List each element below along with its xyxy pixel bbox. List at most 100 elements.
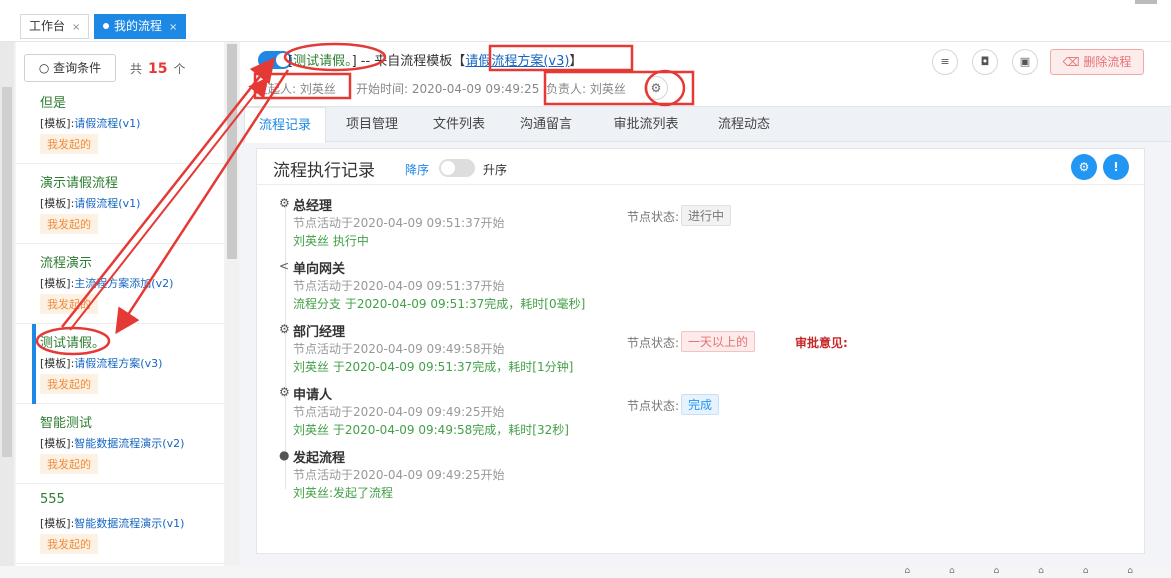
settings-gear-icon[interactable]: ⚙	[1071, 154, 1097, 180]
tpl-prefix: [模板]:	[40, 197, 75, 210]
title-close: 】	[569, 54, 583, 69]
initiator-value: 刘英丝	[299, 82, 336, 96]
trash-icon: ⌫	[1062, 55, 1080, 69]
list-item[interactable]: 智能测试 [模板]:智能数据流程演示(v2) 我发起的	[16, 404, 224, 484]
tpl-prefix: [模板]:	[40, 277, 75, 290]
tpl-prefix: [模板]:	[40, 517, 75, 530]
footer-bar: ⌂ ⌂ ⌂ ⌂ ⌂ ⌂	[0, 566, 1171, 578]
node-result: 刘英丝:发起了流程	[293, 486, 394, 500]
status-label: 节点状态:	[627, 399, 680, 413]
tpl-prefix: [模板]:	[40, 437, 75, 450]
info-icon[interactable]: !	[1103, 154, 1129, 180]
start-time: 开始时间: 2020-04-09 09:49:25	[356, 80, 539, 97]
item-badge: 我发起的	[40, 534, 98, 554]
node-name: 单向网关	[293, 262, 346, 277]
query-button[interactable]: ○ 查询条件	[24, 54, 116, 82]
initiator-label: 发起人:	[256, 82, 297, 96]
owner-label: 负责人:	[546, 82, 587, 96]
tab-file-list[interactable]: 文件列表	[418, 107, 500, 143]
tab-approval-list[interactable]: 审批流列表	[596, 107, 696, 143]
lock-icon[interactable]: ◘	[972, 49, 998, 75]
query-label: 查询条件	[53, 61, 102, 75]
list-item[interactable]: 555 [模板]:智能数据流程演示(v1) 我发起的	[16, 484, 224, 564]
tab-my-process[interactable]: 我的流程 ×	[94, 14, 187, 39]
item-badge: 我发起的	[40, 454, 98, 474]
item-name: 555	[40, 492, 65, 507]
count-suffix: 个	[173, 62, 186, 76]
item-template: [模板]:请假流程(v1)	[40, 195, 140, 211]
item-name: 演示请假流程	[40, 176, 119, 191]
node-activity: 节点活动于2020-04-09 09:51:37开始	[293, 216, 505, 230]
card-title: 流程执行记录	[273, 161, 375, 181]
list-item-selected[interactable]: 测试请假。 [模板]:请假流程方案(v3) 我发起的	[16, 324, 224, 404]
status-label: 节点状态:	[627, 210, 680, 224]
delete-process-button[interactable]: ⌫ 删除流程	[1050, 49, 1144, 75]
desc-label[interactable]: 降序	[405, 161, 429, 178]
tpl-name[interactable]: 请假流程(v1)	[74, 117, 140, 130]
scroll-thumb[interactable]	[227, 44, 237, 259]
tab-messages[interactable]: 沟通留言	[506, 107, 586, 143]
tpl-prefix: [模板]:	[40, 357, 75, 370]
asc-label[interactable]: 升序	[483, 161, 507, 178]
tpl-name[interactable]: 智能数据流程演示(v2)	[74, 437, 184, 450]
item-template: [模板]:智能数据流程演示(v2)	[40, 435, 184, 451]
tab-process-record[interactable]: 流程记录	[244, 107, 326, 143]
item-template: [模板]:主流程方案添加(v2)	[40, 275, 173, 291]
image-icon[interactable]: ▣	[1012, 49, 1038, 75]
item-name: 但是	[40, 96, 67, 111]
template-link[interactable]: 请假流程方案(v3)	[465, 54, 569, 69]
tab-label: 我的流程	[114, 19, 163, 33]
selected-indicator	[32, 324, 36, 404]
close-icon[interactable]: ×	[169, 22, 177, 33]
item-template: [模板]:智能数据流程演示(v1)	[40, 515, 184, 531]
tray-icons: ⌂ ⌂ ⌂ ⌂ ⌂ ⌂	[904, 566, 1151, 576]
sliders-icon[interactable]: ≡	[932, 49, 958, 75]
sort-toggle[interactable]	[439, 159, 475, 177]
delete-label: 删除流程	[1083, 55, 1132, 69]
timeline-node: ⚙ 申请人 节点活动于2020-04-09 09:49:25开始 刘英丝 于20…	[279, 384, 1119, 444]
detail-tabs: 流程记录 项目管理 文件列表 沟通留言 审批流列表 流程动态	[240, 106, 1171, 143]
tpl-name[interactable]: 智能数据流程演示(v1)	[74, 517, 184, 530]
avatar[interactable]	[1135, 0, 1157, 4]
node-activity: 节点活动于2020-04-09 09:49:25开始	[293, 405, 505, 419]
tab-project-management[interactable]: 项目管理	[332, 107, 412, 143]
timeline-node: ⚙ 总经理 节点活动于2020-04-09 09:51:37开始 刘英丝 执行中…	[279, 195, 1119, 255]
tab-process-dynamics[interactable]: 流程动态	[700, 107, 788, 143]
count-prefix: 共	[130, 62, 143, 76]
item-count: 共 15 个	[130, 60, 186, 77]
status-badge: 进行中	[681, 205, 732, 226]
left-grip[interactable]	[2, 87, 12, 457]
owner-settings-gear-icon[interactable]: ⚙	[644, 76, 668, 100]
process-list: ○ 查询条件 共 15 个 但是 [模板]:请假流程(v1) 我发起的 演示请假流程…	[16, 42, 224, 578]
tab-workbench[interactable]: 工作台 ×	[20, 14, 90, 39]
header-toggle[interactable]	[258, 51, 292, 69]
start-value: 2020-04-09 09:49:25	[411, 82, 540, 96]
process-title: [测试请假。] -- 来自流程模板【请假流程方案(v3)】	[288, 50, 582, 69]
count-value: 15	[148, 61, 168, 77]
timeline-node: ⚙ 部门经理 节点活动于2020-04-09 09:49:58开始 刘英丝 于2…	[279, 321, 1119, 381]
status-badge: 完成	[681, 394, 720, 415]
owner: 负责人: 刘英丝	[546, 80, 626, 97]
node-activity: 节点活动于2020-04-09 09:49:25开始	[293, 468, 505, 482]
initiator: 发起人: 刘英丝	[256, 80, 336, 97]
tpl-name[interactable]: 请假流程方案(v3)	[74, 357, 162, 370]
list-item[interactable]: 演示请假流程 [模板]:请假流程(v1) 我发起的	[16, 164, 224, 244]
list-item[interactable]: 流程演示 [模板]:主流程方案添加(v2) 我发起的	[16, 244, 224, 324]
start-label: 开始时间:	[356, 82, 409, 96]
list-item[interactable]: 但是 [模板]:请假流程(v1) 我发起的	[16, 84, 224, 164]
process-name: 测试请假。	[293, 54, 352, 69]
status-label: 节点状态:	[627, 336, 680, 350]
tpl-name[interactable]: 请假流程(v1)	[74, 197, 140, 210]
approval-opinion-label: 审批意见:	[795, 336, 848, 350]
tpl-name[interactable]: 主流程方案添加(v2)	[74, 277, 173, 290]
item-badge: 我发起的	[40, 134, 98, 154]
list-scrollbar[interactable]: ▼	[225, 42, 239, 578]
share-icon: <	[279, 259, 290, 273]
timeline-node: < 单向网关 节点活动于2020-04-09 09:51:37开始 流程分支 于…	[279, 258, 1119, 318]
left-edge	[0, 42, 14, 578]
execution-record-card: 流程执行记录 降序 升序 ⚙ ! ⚙ 总经理 节点活动于2020-04-09 0…	[256, 148, 1145, 554]
node-name: 申请人	[293, 388, 333, 403]
node-result: 流程分支 于2020-04-09 09:51:37完成，耗时[0毫秒]	[293, 297, 586, 311]
map-pin-icon: ●	[279, 448, 290, 462]
close-icon[interactable]: ×	[72, 22, 80, 33]
